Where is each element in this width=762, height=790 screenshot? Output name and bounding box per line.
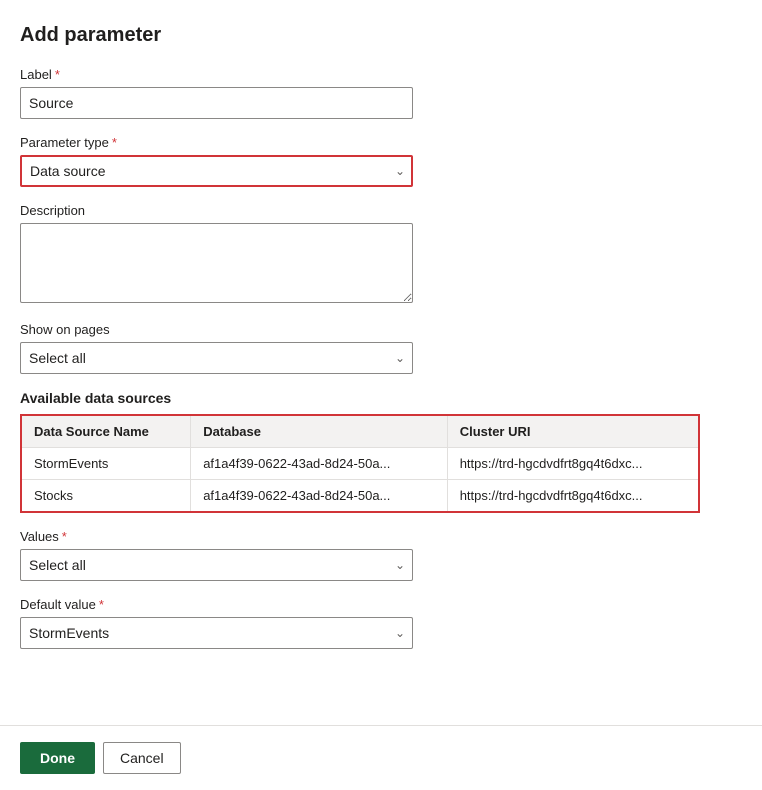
table-row[interactable]: Stocks af1a4f39-0622-43ad-8d24-50a... ht… <box>21 480 699 513</box>
values-required-star: * <box>62 529 67 544</box>
parameter-type-select[interactable]: Data source Text Number Date <box>20 155 413 187</box>
label-field: Label * <box>20 67 742 119</box>
default-value-label: Default value * <box>20 597 742 612</box>
col-header-database: Database <box>191 415 448 448</box>
row-1-cluster: https://trd-hgcdvdfrt8gq4t6dxc... <box>447 448 699 480</box>
label-required-star: * <box>55 67 60 82</box>
cancel-button[interactable]: Cancel <box>103 742 181 774</box>
available-data-sources-title: Available data sources <box>20 390 742 406</box>
default-value-field: Default value * StormEvents Stocks ⌄ <box>20 597 742 649</box>
data-sources-table: Data Source Name Database Cluster URI St… <box>20 414 700 513</box>
page-title: Add parameter <box>20 24 742 47</box>
footer: Done Cancel <box>0 725 762 790</box>
parameter-type-wrapper: Data source Text Number Date ⌄ <box>20 155 413 187</box>
col-header-cluster: Cluster URI <box>447 415 699 448</box>
parameter-type-label: Parameter type * <box>20 135 742 150</box>
row-2-database: af1a4f39-0622-43ad-8d24-50a... <box>191 480 448 513</box>
label-field-label: Label * <box>20 67 742 82</box>
values-field: Values * Select all ⌄ <box>20 529 742 581</box>
done-button[interactable]: Done <box>20 742 95 774</box>
row-2-cluster: https://trd-hgcdvdfrt8gq4t6dxc... <box>447 480 699 513</box>
values-wrapper: Select all ⌄ <box>20 549 413 581</box>
values-label: Values * <box>20 529 742 544</box>
show-on-pages-field: Show on pages Select all ⌄ <box>20 322 742 374</box>
show-on-pages-label: Show on pages <box>20 322 742 337</box>
description-textarea[interactable] <box>20 223 413 303</box>
default-value-select[interactable]: StormEvents Stocks <box>20 617 413 649</box>
default-value-required-star: * <box>99 597 104 612</box>
col-header-name: Data Source Name <box>21 415 191 448</box>
label-input[interactable] <box>20 87 413 119</box>
default-value-wrapper: StormEvents Stocks ⌄ <box>20 617 413 649</box>
values-select[interactable]: Select all <box>20 549 413 581</box>
parameter-type-required-star: * <box>112 135 117 150</box>
table-header-row: Data Source Name Database Cluster URI <box>21 415 699 448</box>
show-on-pages-select[interactable]: Select all <box>20 342 413 374</box>
show-on-pages-wrapper: Select all ⌄ <box>20 342 413 374</box>
row-1-name: StormEvents <box>21 448 191 480</box>
table-row[interactable]: StormEvents af1a4f39-0622-43ad-8d24-50a.… <box>21 448 699 480</box>
row-1-database: af1a4f39-0622-43ad-8d24-50a... <box>191 448 448 480</box>
available-data-sources-section: Available data sources Data Source Name … <box>20 390 742 513</box>
description-label: Description <box>20 203 742 218</box>
parameter-type-field: Parameter type * Data source Text Number… <box>20 135 742 187</box>
row-2-name: Stocks <box>21 480 191 513</box>
description-field: Description <box>20 203 742 306</box>
